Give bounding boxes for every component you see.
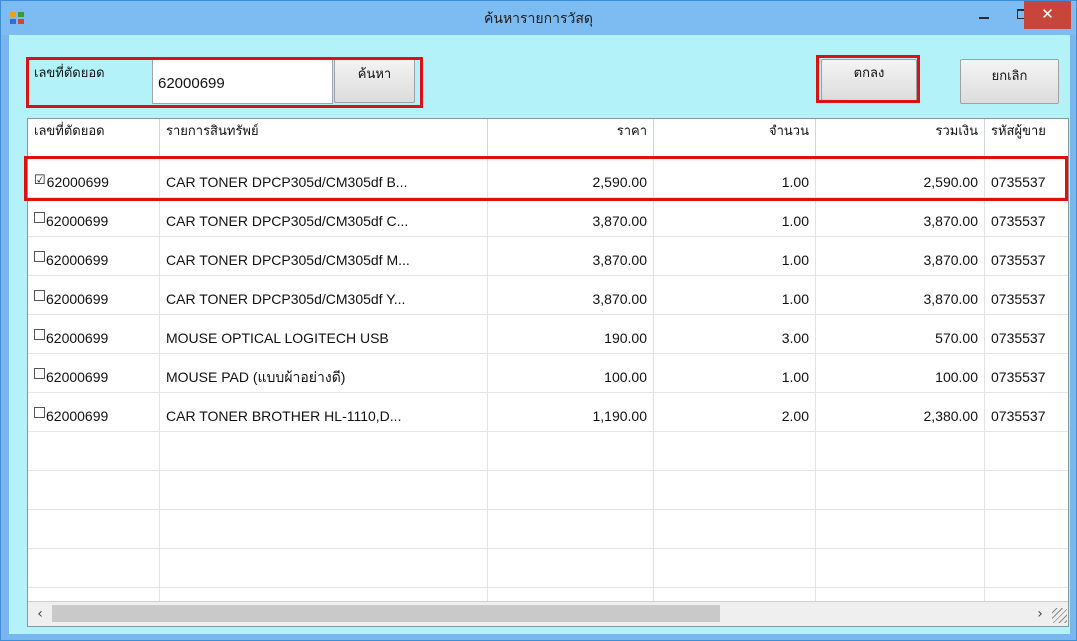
vendor-code-cell: 0735537 — [985, 315, 1068, 354]
total-cell: 3,870.00 — [816, 198, 985, 237]
cancel-button[interactable]: ยกเลิก — [960, 59, 1059, 104]
empty-row — [28, 432, 1068, 471]
total-cell: 3,870.00 — [816, 237, 985, 276]
materials-grid[interactable]: เลขที่ตัดยอด รายการสินทรัพย์ ราคา จำนวน … — [27, 118, 1069, 627]
vendor-code-cell: 0735537 — [985, 276, 1068, 315]
horizontal-scrollbar[interactable]: ‹ › — [28, 601, 1068, 626]
asset-item-cell: CAR TONER DPCP305d/CM305df Y... — [160, 276, 488, 315]
quantity-cell: 1.00 — [654, 159, 816, 198]
price-cell: 3,870.00 — [488, 198, 654, 237]
table-row[interactable]: 62000699 MOUSE PAD (แบบผ้าอย่างดี) 100.0… — [28, 354, 1068, 393]
row-checkbox[interactable] — [34, 407, 45, 418]
price-cell: 3,870.00 — [488, 237, 654, 276]
quantity-cell: 1.00 — [654, 354, 816, 393]
table-row[interactable]: ☑62000699 CAR TONER DPCP305d/CM305df B..… — [28, 159, 1068, 198]
vendor-code-cell: 0735537 — [985, 393, 1068, 432]
asset-item-cell: CAR TONER DPCP305d/CM305df B... — [160, 159, 488, 198]
ok-button[interactable]: ตกลง — [821, 59, 917, 101]
row-checkbox[interactable] — [34, 368, 45, 379]
scrollbar-thumb[interactable] — [52, 605, 720, 622]
vendor-code-cell: 0735537 — [985, 237, 1068, 276]
table-row[interactable]: 62000699 MOUSE OPTICAL LOGITECH USB 190.… — [28, 315, 1068, 354]
document-number-cell: 62000699 — [46, 252, 109, 268]
column-header-asset-item[interactable]: รายการสินทรัพย์ — [160, 119, 488, 159]
column-header-total[interactable]: รวมเงิน — [816, 119, 985, 159]
minimize-icon[interactable] — [967, 1, 1001, 29]
title-bar[interactable]: ค้นหารายการวัสดุ ✕ — [1, 1, 1076, 35]
asset-item-cell: CAR TONER BROTHER HL-1110,D... — [160, 393, 488, 432]
quantity-cell: 1.00 — [654, 276, 816, 315]
vendor-code-cell: 0735537 — [985, 198, 1068, 237]
vendor-code-cell: 0735537 — [985, 354, 1068, 393]
empty-row — [28, 471, 1068, 510]
total-cell: 570.00 — [816, 315, 985, 354]
search-materials-window: ค้นหารายการวัสดุ ✕ เลขที่ตัดยอด 62000699… — [0, 0, 1077, 641]
row-checkbox[interactable] — [34, 329, 45, 340]
close-icon[interactable]: ✕ — [1024, 1, 1071, 29]
quantity-cell: 1.00 — [654, 198, 816, 237]
quantity-cell: 1.00 — [654, 237, 816, 276]
price-cell: 100.00 — [488, 354, 654, 393]
row-checkbox[interactable]: ☑ — [34, 173, 46, 186]
asset-item-cell: MOUSE OPTICAL LOGITECH USB — [160, 315, 488, 354]
document-number-cell: 62000699 — [46, 369, 109, 385]
table-row[interactable]: 62000699 CAR TONER BROTHER HL-1110,D... … — [28, 393, 1068, 432]
resize-grip-icon[interactable] — [1052, 608, 1067, 623]
row-checkbox[interactable] — [34, 212, 45, 223]
asset-item-cell: CAR TONER DPCP305d/CM305df M... — [160, 237, 488, 276]
price-cell: 3,870.00 — [488, 276, 654, 315]
table-row[interactable]: 62000699 CAR TONER DPCP305d/CM305df C...… — [28, 198, 1068, 237]
empty-row — [28, 510, 1068, 549]
window-title: ค้นหารายการวัสดุ — [484, 11, 593, 27]
document-number-cell: 62000699 — [46, 408, 109, 424]
vendor-code-cell: 0735537 — [985, 159, 1068, 198]
asset-item-cell: CAR TONER DPCP305d/CM305df C... — [160, 198, 488, 237]
scroll-left-icon[interactable]: ‹ — [31, 602, 49, 626]
quantity-cell: 3.00 — [654, 315, 816, 354]
total-cell: 3,870.00 — [816, 276, 985, 315]
document-number-cell: 62000699 — [46, 213, 109, 229]
total-cell: 100.00 — [816, 354, 985, 393]
column-header-quantity[interactable]: จำนวน — [654, 119, 816, 159]
empty-row — [28, 549, 1068, 588]
price-cell: 1,190.00 — [488, 393, 654, 432]
search-button[interactable]: ค้นหา — [334, 57, 415, 103]
total-cell: 2,380.00 — [816, 393, 985, 432]
document-number-label: เลขที่ตัดยอด — [34, 66, 105, 81]
column-header-document-number[interactable]: เลขที่ตัดยอด — [28, 119, 160, 159]
document-number-input[interactable]: 62000699 — [152, 59, 333, 104]
document-number-cell: 62000699 — [46, 291, 109, 307]
quantity-cell: 2.00 — [654, 393, 816, 432]
column-header-price[interactable]: ราคา — [488, 119, 654, 159]
asset-item-cell: MOUSE PAD (แบบผ้าอย่างดี) — [160, 354, 488, 393]
column-header-vendor-code[interactable]: รหัสผู้ขาย — [985, 119, 1068, 159]
total-cell: 2,590.00 — [816, 159, 985, 198]
document-number-cell: 62000699 — [46, 174, 109, 190]
table-row[interactable]: 62000699 CAR TONER DPCP305d/CM305df M...… — [28, 237, 1068, 276]
document-number-cell: 62000699 — [46, 330, 109, 346]
table-row[interactable]: 62000699 CAR TONER DPCP305d/CM305df Y...… — [28, 276, 1068, 315]
price-cell: 2,590.00 — [488, 159, 654, 198]
row-checkbox[interactable] — [34, 290, 45, 301]
price-cell: 190.00 — [488, 315, 654, 354]
scroll-right-icon[interactable]: › — [1031, 602, 1049, 626]
row-checkbox[interactable] — [34, 251, 45, 262]
